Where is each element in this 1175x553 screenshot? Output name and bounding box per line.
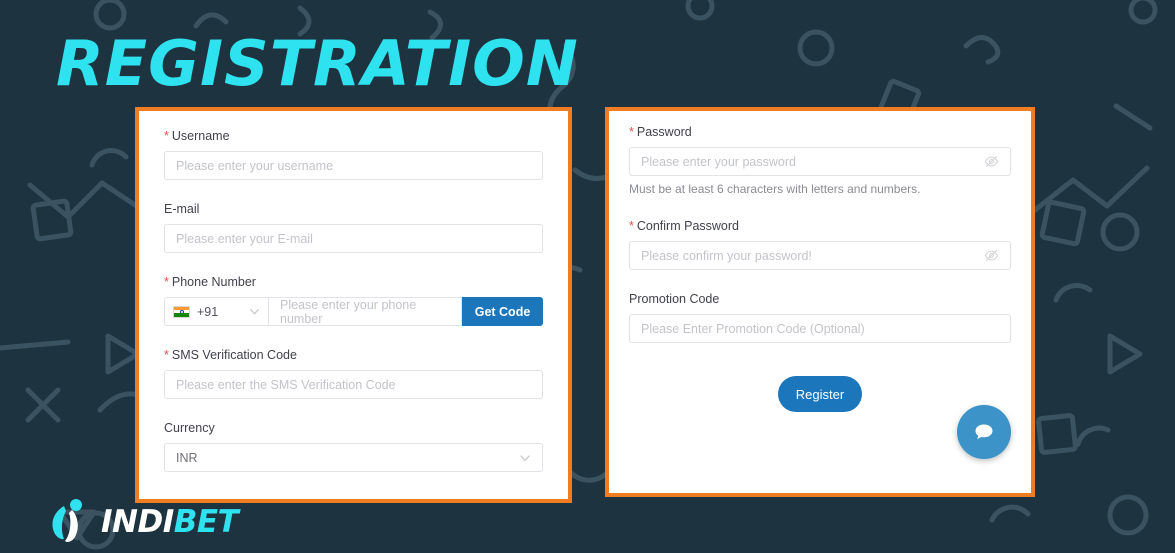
promotion-code-label: Promotion Code xyxy=(629,292,720,306)
confirm-password-placeholder: Please confirm your password! xyxy=(641,248,812,263)
currency-select[interactable]: INR xyxy=(164,443,543,472)
username-input[interactable]: Please enter your username xyxy=(164,151,543,180)
required-asterisk: * xyxy=(164,348,169,362)
currency-field-group: Currency INR xyxy=(164,421,543,472)
brand-logo[interactable]: INDIBET xyxy=(48,498,239,546)
email-label: E-mail xyxy=(164,202,200,216)
country-code-select[interactable]: +91 xyxy=(164,297,268,326)
currency-label: Currency xyxy=(164,421,215,435)
phone-field-group: * Phone Number +91 Please enter your phon… xyxy=(164,275,543,326)
sms-code-field-group: * SMS Verification Code Please enter the … xyxy=(164,348,543,399)
sms-code-placeholder: Please enter the SMS Verification Code xyxy=(176,377,396,392)
email-field-group: E-mail Please enter your E-mail xyxy=(164,202,543,253)
password-input[interactable]: Please enter your password xyxy=(629,147,1011,176)
brand-wordmark: INDIBET xyxy=(101,504,239,540)
password-label: * Password xyxy=(629,125,692,139)
required-asterisk: * xyxy=(164,275,169,289)
username-placeholder: Please enter your username xyxy=(176,158,334,173)
confirm-password-field-group: * Confirm Password Please confirm your pa… xyxy=(629,219,1011,270)
brand-name-first: INDI xyxy=(101,504,174,540)
email-input[interactable]: Please enter your E-mail xyxy=(164,224,543,253)
promotion-code-input[interactable]: Please Enter Promotion Code (Optional) xyxy=(629,314,1011,343)
page-title: REGISTRATION xyxy=(56,27,579,100)
confirm-password-label: * Confirm Password xyxy=(629,219,739,233)
phone-input-row: +91 Please enter your phone number Get C… xyxy=(164,297,543,326)
required-asterisk: * xyxy=(629,125,634,139)
chat-widget-button[interactable] xyxy=(957,405,1011,459)
brand-name-second: BET xyxy=(173,504,239,540)
indibet-leaf-icon xyxy=(52,499,82,542)
username-label: * Username xyxy=(164,129,230,143)
chevron-down-icon xyxy=(250,309,259,315)
india-flag-icon xyxy=(173,305,190,318)
promotion-code-field-group: Promotion Code Please Enter Promotion Co… xyxy=(629,292,1011,343)
register-button[interactable]: Register xyxy=(778,376,862,412)
country-code-value: +91 xyxy=(197,304,219,319)
eye-slash-icon[interactable] xyxy=(984,154,999,169)
username-field-group: * Username Please enter your username xyxy=(164,129,543,180)
currency-value: INR xyxy=(176,450,198,465)
promotion-code-placeholder: Please Enter Promotion Code (Optional) xyxy=(641,321,865,336)
registration-form-left-panel: * Username Please enter your username E-m… xyxy=(135,107,572,503)
phone-number-input[interactable]: Please enter your phone number xyxy=(268,297,462,326)
confirm-password-input[interactable]: Please confirm your password! xyxy=(629,241,1011,270)
required-asterisk: * xyxy=(629,219,634,233)
password-placeholder: Please enter your password xyxy=(641,154,796,169)
chat-bubble-icon xyxy=(975,424,993,440)
get-code-button[interactable]: Get Code xyxy=(462,297,543,326)
required-asterisk: * xyxy=(164,129,169,143)
eye-slash-icon[interactable] xyxy=(984,248,999,263)
sms-code-input[interactable]: Please enter the SMS Verification Code xyxy=(164,370,543,399)
sms-code-label: * SMS Verification Code xyxy=(164,348,297,362)
password-field-group: * Password Please enter your password Mus… xyxy=(629,125,1011,197)
chevron-down-icon xyxy=(520,454,530,461)
password-helper-text: Must be at least 6 characters with lette… xyxy=(629,182,921,196)
phone-label: * Phone Number xyxy=(164,275,256,289)
email-placeholder: Please enter your E-mail xyxy=(176,231,313,246)
phone-placeholder: Please enter your phone number xyxy=(280,297,417,326)
